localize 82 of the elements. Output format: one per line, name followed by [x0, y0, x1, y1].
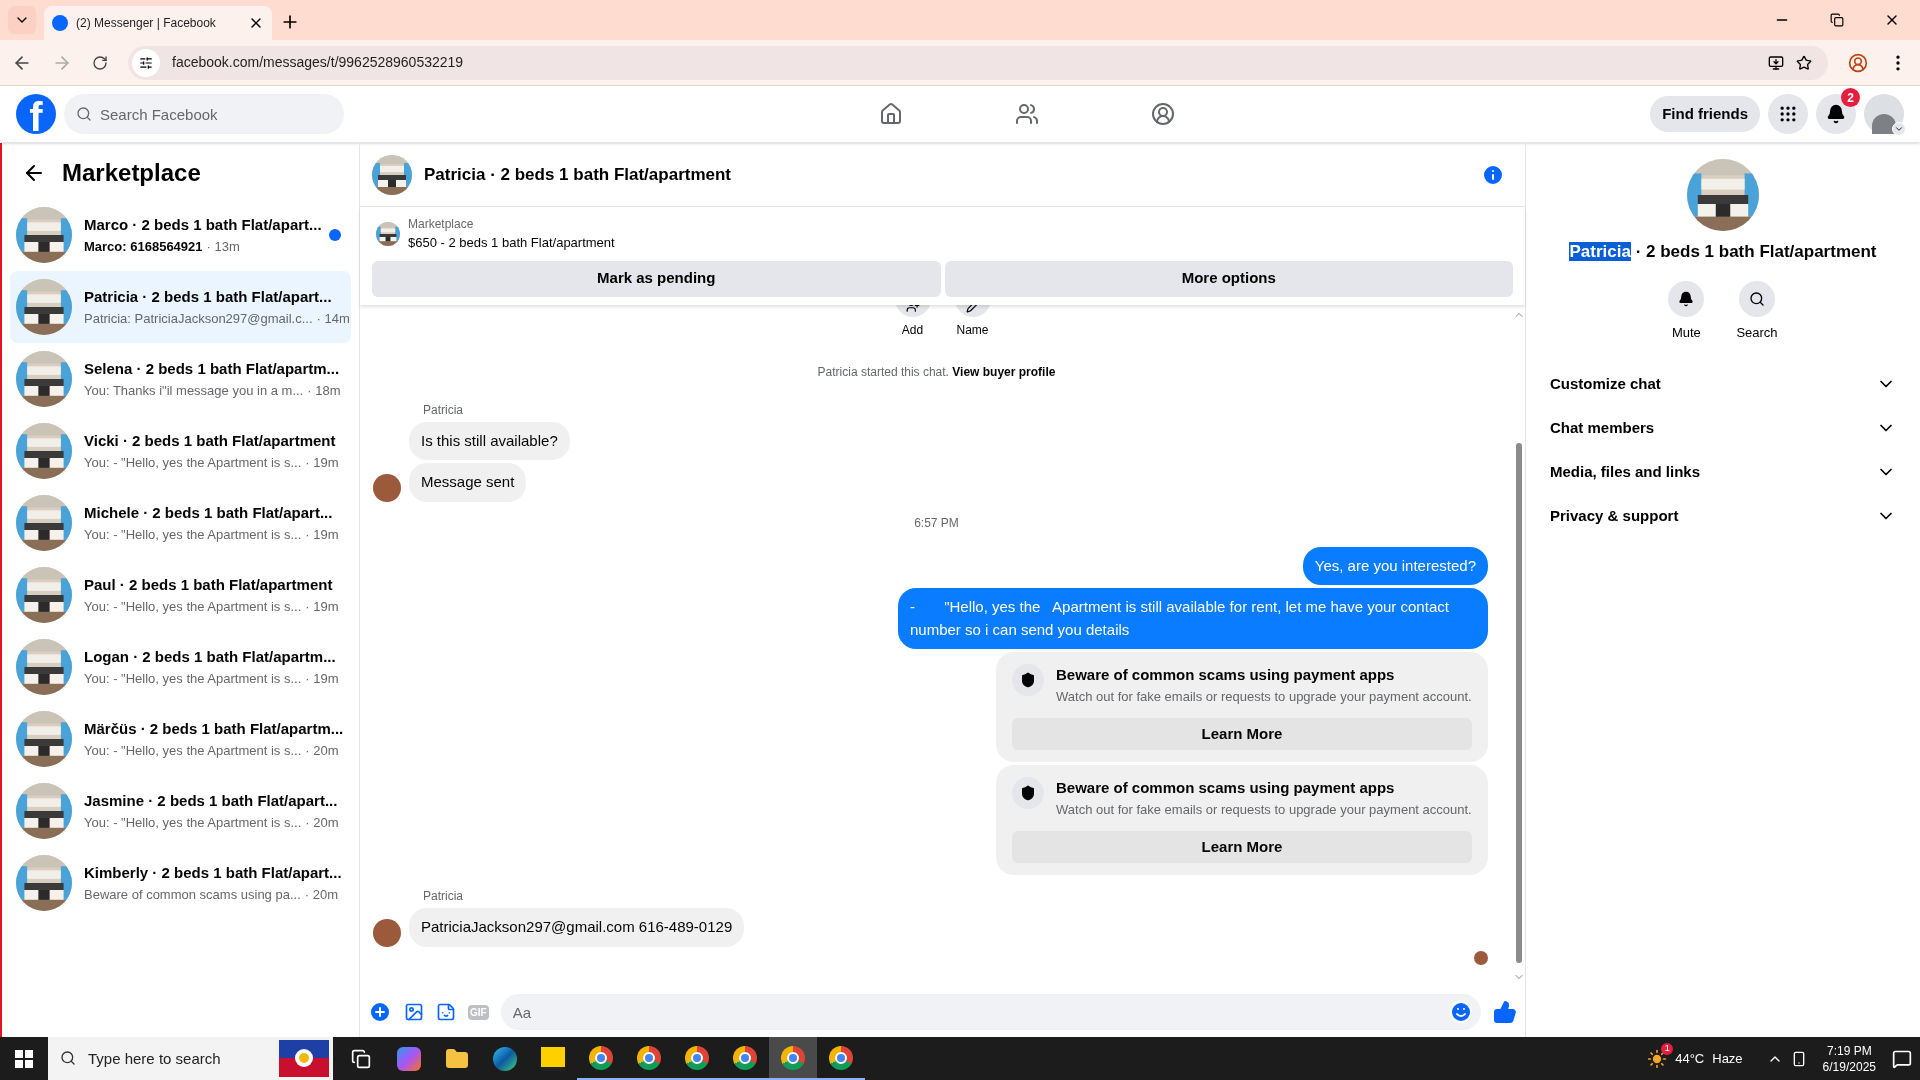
notice-title: Beware of common scams using payment apps	[1056, 778, 1396, 798]
conversation-title: Jasmine · 2 beds 1 bath Flat/apart...	[84, 791, 339, 811]
message-bubble: Message sent	[409, 463, 527, 502]
notification-badge: 2	[1841, 88, 1860, 107]
message-time: · 18m	[307, 381, 341, 400]
facebook-logo[interactable]: f	[16, 94, 56, 134]
chat-start-note: Patricia started this chat. View buyer profile	[817, 363, 1056, 381]
conversation-item[interactable]: Vicki · 2 beds 1 bath Flat/apartment You: - "Hello, yes the Apartment is s... · 19m	[10, 415, 351, 487]
conversation-item[interactable]: Logan · 2 beds 1 bath Flat/apartm... You: - "Hello, yes the Apartment is s... · 19m	[10, 631, 351, 703]
clock-date: 6/19/2025	[1822, 1058, 1876, 1075]
message-bubble: - "Hello, yes the Apartment is still available for rent, let me have your contact number so i can send you details	[898, 588, 1488, 649]
action-label: Mute	[1671, 323, 1701, 342]
message-preview: Beware of common scams using pa...	[84, 885, 301, 904]
conversation-name: Patricia · 2 beds 1 bath Flat/apartment	[1569, 241, 1877, 263]
conversation-item[interactable]: Jasmine · 2 beds 1 bath Flat/apart... You: - "Hello, yes the Apartment is s... · 20m	[10, 775, 351, 847]
message-bubble: Yes, are you interested?	[1302, 546, 1488, 585]
conversation-item[interactable]: Michele · 2 beds 1 bath Flat/apart... You: - "Hello, yes the Apartment is s... · 19m	[10, 487, 351, 559]
message-preview: Patricia: PatriciaJackson297@gmail.c...	[84, 309, 313, 328]
notice-title: Beware of common scams using payment apps	[1056, 665, 1396, 685]
action-label: Name	[956, 321, 989, 339]
conversation-item[interactable]: Märčüs · 2 beds 1 bath Flat/apartm... You: - "Hello, yes the Apartment is s... · 20m	[10, 703, 351, 775]
message-preview: You: - "Hello, yes the Apartment is s...	[84, 525, 302, 544]
search-field[interactable]: Search Facebook	[64, 94, 344, 134]
conversation-title: Märčüs · 2 beds 1 bath Flat/apartm...	[84, 719, 345, 739]
listing-title: $650 - 2 beds 1 bath Flat/apartment	[408, 234, 615, 252]
message-time: · 19m	[305, 669, 339, 688]
learn-more-button[interactable]: Learn More	[1012, 718, 1472, 750]
message-preview: You: - "Hello, yes the Apartment is s...	[84, 669, 302, 688]
listing-label: Marketplace	[408, 216, 475, 233]
message-preview: You: - "Hello, yes the Apartment is s...	[84, 597, 302, 616]
conversation-title: Kimberly · 2 beds 1 bath Flat/apart...	[84, 863, 343, 883]
message-time: · 19m	[305, 525, 339, 544]
message-input[interactable]: Aa	[500, 994, 1481, 1030]
action-button[interactable]: Mark as pending	[372, 260, 941, 297]
message-time: · 13m	[206, 237, 240, 256]
section-header[interactable]: Privacy & support	[1542, 494, 1904, 538]
conversation-title: Logan · 2 beds 1 bath Flat/apartm...	[84, 647, 337, 667]
chat-title: Patricia · 2 beds 1 bath Flat/apartment	[424, 163, 733, 186]
notice-text: Watch out for fake emails or requests to upgrade your payment account.	[1056, 687, 1472, 706]
message-preview: You: - "Hello, yes the Apartment is s...	[84, 453, 302, 472]
message-preview: You: - "Hello, yes the Apartment is s...	[84, 813, 302, 832]
action-button[interactable]: More options	[944, 260, 1513, 297]
buyer-profile-link[interactable]: View buyer profile	[952, 364, 1056, 379]
message-time: · 20m	[305, 741, 339, 760]
message-time: · 20m	[305, 813, 339, 832]
weather-badge: 1	[1661, 1042, 1674, 1055]
message-time: · 19m	[305, 453, 339, 472]
message-preview: Marco: 6168564921	[84, 237, 203, 256]
conversation-item[interactable]: Patricia · 2 beds 1 bath Flat/apart... Patricia: PatriciaJackson297@gmail.c... · 14m	[10, 271, 351, 343]
message-time: · 14m	[316, 309, 350, 328]
conversation-title: Michele · 2 beds 1 bath Flat/apart...	[84, 503, 334, 523]
sender-name: Patricia	[423, 401, 464, 419]
message-preview: You: Thanks i"il message you in a m...	[84, 381, 304, 400]
section-header[interactable]: Customize chat	[1542, 362, 1904, 406]
conversation-title: Patricia · 2 beds 1 bath Flat/apart...	[84, 287, 333, 307]
learn-more-button[interactable]: Learn More	[1012, 831, 1472, 863]
temperature: 44°C	[1675, 1049, 1705, 1068]
conversation-item[interactable]: Kimberly · 2 beds 1 bath Flat/apart... Beware of common scams using pa... · 20m	[10, 847, 351, 919]
message-preview: You: - "Hello, yes the Apartment is s...	[84, 741, 302, 760]
section-header[interactable]: Media, files and links	[1542, 450, 1904, 494]
weather-condition: Haze	[1712, 1049, 1743, 1068]
find-friends-button[interactable]: Find friends	[1650, 96, 1760, 132]
timestamp: 6:57 PM	[914, 514, 959, 532]
conversation-title: Paul · 2 beds 1 bath Flat/apartment	[84, 575, 334, 595]
message-time: · 19m	[305, 597, 339, 616]
message-bubble: Is this still available?	[409, 421, 570, 460]
address-bar[interactable]: facebook.com/messages/t/9962528960532219	[128, 45, 1828, 80]
message-time: · 20m	[304, 885, 338, 904]
section-header[interactable]: Chat members	[1542, 406, 1904, 450]
action-label: Add	[901, 321, 924, 339]
sidebar-title: Marketplace	[62, 158, 201, 188]
conversation-title: Selena · 2 beds 1 bath Flat/apartm...	[84, 359, 341, 379]
notice-text: Watch out for fake emails or requests to upgrade your payment account.	[1056, 800, 1472, 819]
conversation-item[interactable]: Selena · 2 beds 1 bath Flat/apartm... You: Thanks i"il message you in a m... · 18m	[10, 343, 351, 415]
message-bubble: PatriciaJackson297@gmail.com 616-489-0129	[409, 908, 745, 947]
action-label: Search	[1736, 323, 1778, 342]
sender-name: Patricia	[423, 888, 464, 905]
conversation-item[interactable]: Paul · 2 beds 1 bath Flat/apartment You: - "Hello, yes the Apartment is s... · 19m	[10, 559, 351, 631]
browser-tab[interactable]: (2) Messenger | Facebook	[44, 6, 272, 40]
clock-time: 7:19 PM	[1826, 1042, 1872, 1059]
conversation-item[interactable]: Marco · 2 beds 1 bath Flat/apart... Marco: 6168564921 · 13m	[10, 199, 351, 271]
conversation-title: Vicki · 2 beds 1 bath Flat/apartment	[84, 431, 337, 451]
